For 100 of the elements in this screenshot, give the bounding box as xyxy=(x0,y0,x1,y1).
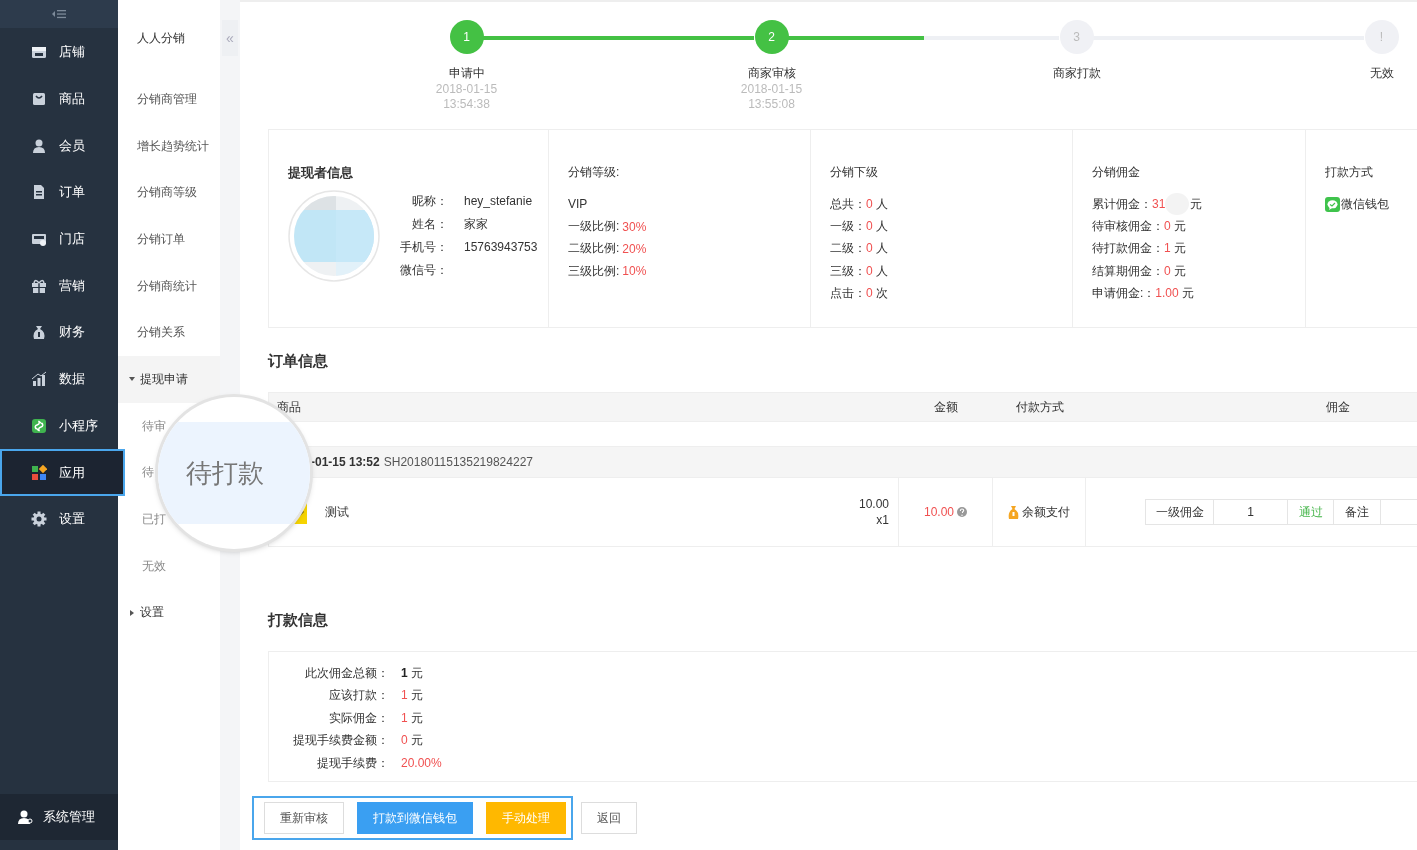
rate-text: 二级比例: 20% xyxy=(568,240,648,258)
level-value: VIP xyxy=(568,196,589,214)
field-label: 手机号： xyxy=(400,238,448,256)
action-button[interactable]: 返回 xyxy=(581,802,637,834)
unit-text: 元 xyxy=(1190,195,1203,213)
step-label: 无效 xyxy=(1369,65,1394,82)
rate-text: 三级比例: 10% xyxy=(568,262,648,281)
store-icon xyxy=(31,44,47,61)
nav-item[interactable]: 店铺 xyxy=(0,29,118,76)
field-label: 昵称： xyxy=(411,192,448,210)
stat-text: 点击：0 次 xyxy=(830,285,889,303)
field-value: 0 元 xyxy=(401,732,425,750)
menu-group[interactable]: 提现申请 xyxy=(118,356,220,403)
stat-text: 结算期佣金：0 元 xyxy=(1092,262,1187,280)
menu-item[interactable]: 分销订单 xyxy=(118,216,220,263)
nav-item[interactable]: 设置 xyxy=(0,495,118,543)
step-circle: 2 xyxy=(754,20,789,54)
menu-item[interactable]: 待审 xyxy=(142,417,166,435)
field-value: 20.00% xyxy=(401,756,442,771)
section-title: 分销佣金 xyxy=(1092,164,1141,181)
field-label: 提现手续费： xyxy=(316,754,389,772)
coin-bag-icon xyxy=(1008,505,1019,519)
menu-item[interactable]: 已打 xyxy=(142,511,166,529)
chat-bubble-icon xyxy=(1325,196,1340,212)
caret-down-icon xyxy=(129,376,135,383)
section-heading: 打款信息 xyxy=(268,610,329,630)
quantity: x1 xyxy=(875,512,889,528)
step-label: 商家审核 xyxy=(747,65,796,82)
step-time: 13:54:38 xyxy=(443,97,490,112)
document-icon xyxy=(31,184,47,201)
mini-program-icon xyxy=(31,417,47,434)
section-title: 分销下级 xyxy=(830,164,879,181)
order-date: -01-15 13:52 xyxy=(311,455,380,469)
field-label: 应该打款： xyxy=(328,687,389,705)
menu-item[interactable]: 分销关系 xyxy=(118,309,220,357)
stat-text: 累计佣金：31 xyxy=(1092,195,1166,213)
menu-item[interactable]: 分销商统计 xyxy=(118,262,220,310)
menu-item[interactable]: 分销商等级 xyxy=(118,169,220,217)
section-heading: 订单信息 xyxy=(268,350,329,371)
field-label: 此次佣金总额： xyxy=(304,664,389,682)
nav-item[interactable]: 会员 xyxy=(0,122,118,170)
field-label: 实际佣金： xyxy=(328,709,389,727)
nav-item[interactable]: 财务 xyxy=(0,309,118,356)
settings-icon xyxy=(31,511,47,528)
menu-group[interactable]: 设置 xyxy=(118,589,220,637)
section-title: 提现者信息 xyxy=(288,164,354,182)
apps-grid-icon xyxy=(31,464,47,481)
caret-right-icon xyxy=(129,609,135,616)
step-label: 商家打款 xyxy=(1052,65,1101,82)
stat-text: 三级：0 人 xyxy=(830,262,889,280)
collapse-menu-icon xyxy=(52,9,66,19)
payment-type: 余额支付 xyxy=(1022,503,1070,521)
nav-item[interactable]: 小程序 xyxy=(0,402,118,450)
money-bag-icon xyxy=(31,324,47,341)
field-value: 1 元 xyxy=(401,709,425,727)
payment-method-text: 微信钱包 xyxy=(1341,195,1389,213)
step-label: 申请中 xyxy=(448,65,485,82)
step-circle: 1 xyxy=(449,20,484,54)
nav-item[interactable]: 订单 xyxy=(0,169,118,216)
app-title: 人人分销 xyxy=(136,29,186,47)
section-title: 打款方式 xyxy=(1325,164,1374,181)
stat-text: 总共：0 人 xyxy=(830,195,889,213)
help-icon xyxy=(957,507,967,517)
menu-item[interactable]: 无效 xyxy=(142,557,166,575)
gift-icon xyxy=(31,277,47,294)
field-value: 1 元 xyxy=(401,664,425,682)
step-circle: 3 xyxy=(1059,20,1094,54)
stat-text: 待审核佣金：0 元 xyxy=(1092,218,1187,236)
person-icon xyxy=(31,137,47,154)
nav-item[interactable]: 应用 xyxy=(0,449,125,496)
field-value: 1 元 xyxy=(401,687,425,705)
menu-item[interactable]: 分销商管理 xyxy=(118,76,220,123)
shop-icon xyxy=(31,231,47,248)
note-button[interactable]: 备注 xyxy=(1334,500,1381,524)
step-time: 13:55:08 xyxy=(748,97,795,112)
stat-text: 二级：0 人 xyxy=(830,240,889,258)
action-button[interactable]: 重新审核 xyxy=(264,802,344,834)
step-circle: ! xyxy=(1364,20,1399,54)
menu-item[interactable]: 增长趋势统计 xyxy=(118,122,220,170)
menu-item[interactable]: 待 xyxy=(142,464,154,482)
stat-text: 待打款佣金：1 元 xyxy=(1092,240,1187,258)
field-label: 提现手续费金额： xyxy=(292,732,389,750)
nav-item[interactable]: 数据 xyxy=(0,355,118,403)
rate-text: 一级比例: 30% xyxy=(568,218,648,236)
bar-chart-icon xyxy=(31,371,47,388)
nav-item[interactable]: 门店 xyxy=(0,215,118,263)
field-value: 家家 xyxy=(464,215,489,233)
stat-text: 一级：0 人 xyxy=(830,218,889,236)
system-nav-item[interactable]: 系统管理 xyxy=(0,794,118,840)
step-date: 2018-01-15 xyxy=(435,82,498,97)
nav-item[interactable]: 商品 xyxy=(0,75,118,123)
field-value: 15763943753 xyxy=(464,239,538,257)
field-value: hey_stefanie xyxy=(464,193,534,211)
user-admin-icon xyxy=(17,809,33,825)
bag-icon xyxy=(31,91,47,108)
step-date: 2018-01-15 xyxy=(740,82,803,97)
column-header: 金额 xyxy=(933,398,959,416)
nav-item[interactable]: 营销 xyxy=(0,262,118,310)
section-title: 分销等级: xyxy=(568,164,621,181)
order-number: SH20180115135219824227 xyxy=(383,455,533,469)
